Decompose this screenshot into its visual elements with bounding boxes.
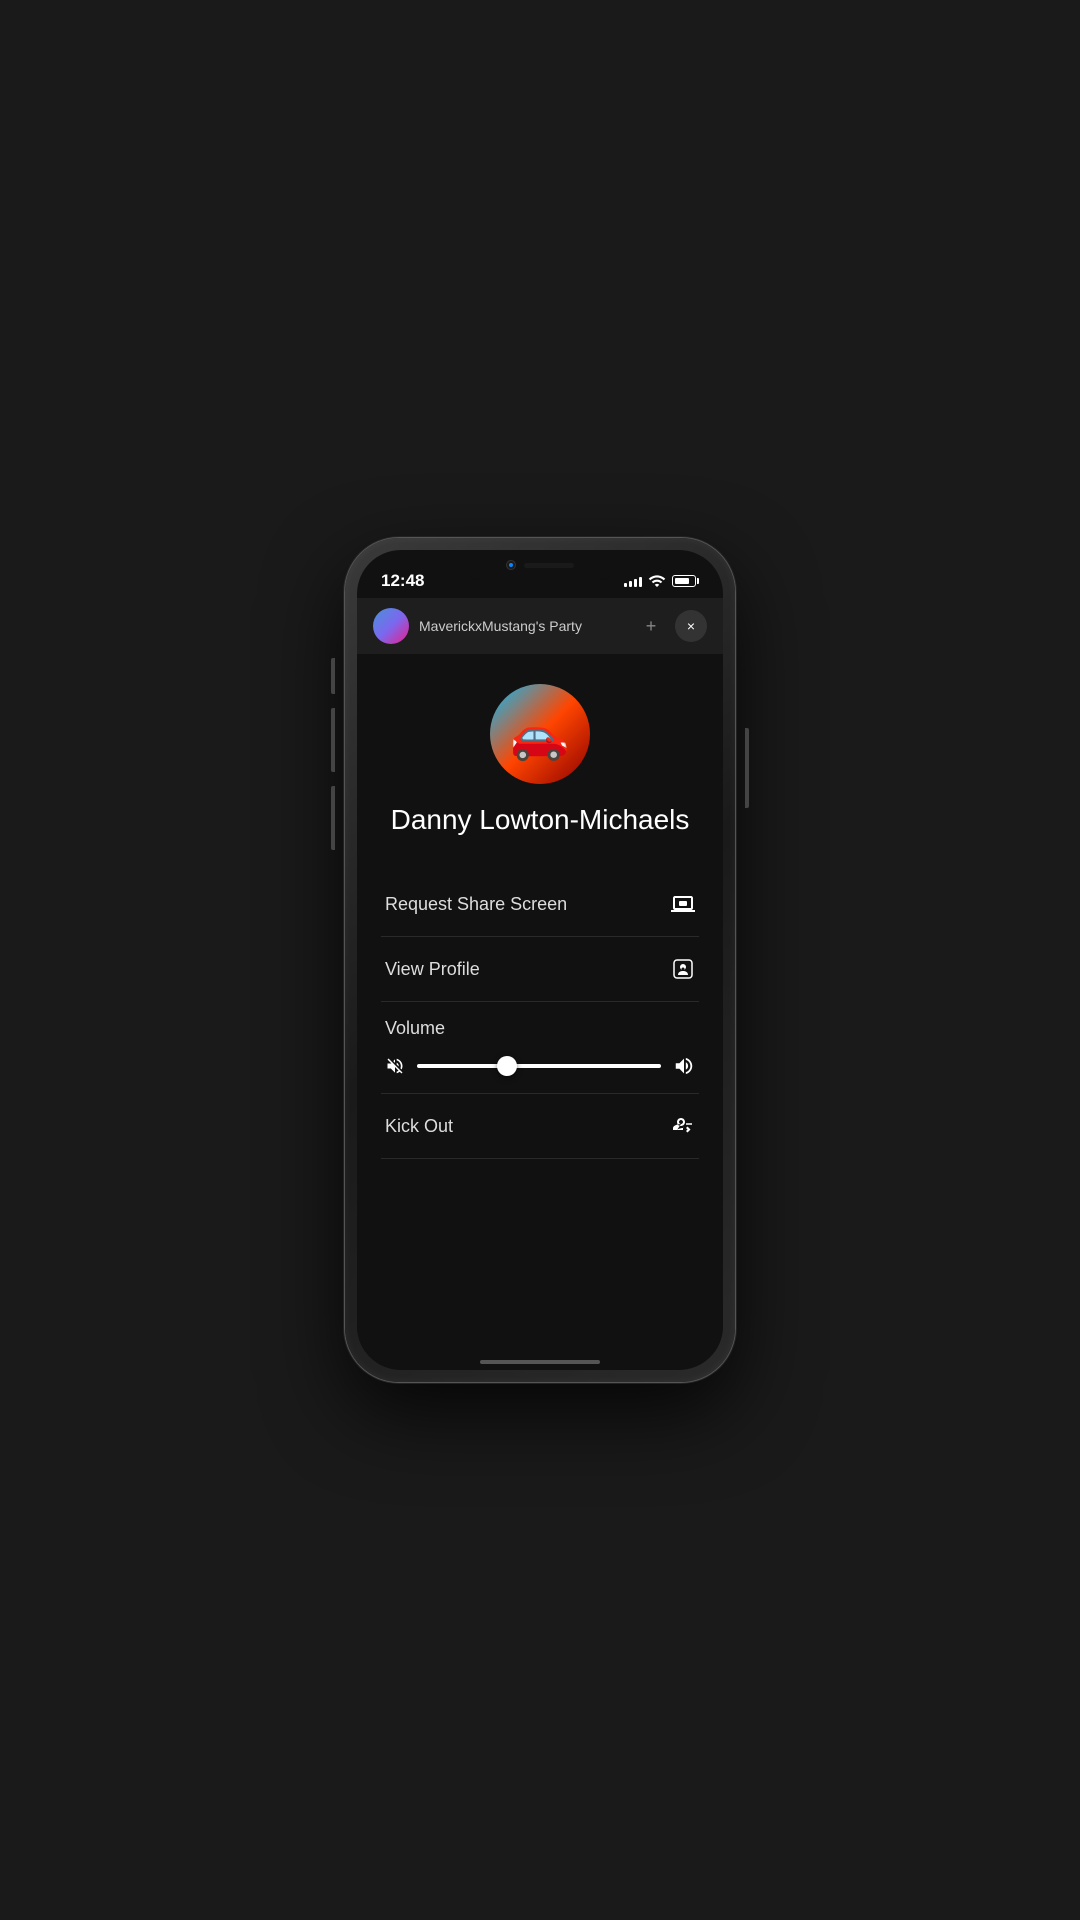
menu-list: Request Share Screen View Profile [381,872,699,1159]
volume-down-button[interactable] [331,786,335,850]
notch [460,550,620,580]
speaker [524,563,574,568]
screen-share-icon [671,892,695,916]
kick-out-item[interactable]: Kick Out [381,1094,699,1159]
add-party-button[interactable]: + [637,612,665,640]
view-profile-item[interactable]: View Profile [381,937,699,1002]
volume-section: Volume [381,1002,699,1094]
kick-icon [671,1114,695,1138]
wifi-icon [648,572,666,590]
request-share-screen-item[interactable]: Request Share Screen [381,872,699,937]
silent-switch [331,658,335,694]
phone-frame: 12:48 [345,538,735,1382]
status-time: 12:48 [381,571,424,591]
party-name: MaverickxMustang's Party [419,618,627,634]
front-camera [506,560,516,570]
home-bar [480,1360,600,1364]
request-share-screen-label: Request Share Screen [385,894,567,915]
party-banner[interactable]: MaverickxMustang's Party + × [357,598,723,654]
volume-loud-icon [673,1055,695,1077]
main-content: 🚗 Danny Lowton-Michaels Request Share Sc… [357,654,723,1352]
battery-icon [672,575,699,587]
mute-icon [385,1056,405,1076]
status-icons [624,572,699,590]
kick-out-label: Kick Out [385,1116,453,1137]
signal-icon [624,575,642,587]
avatar-emoji: 🚗 [510,706,570,763]
user-name: Danny Lowton-Michaels [391,804,690,836]
volume-slider[interactable] [417,1064,661,1068]
party-avatar [373,608,409,644]
phone-screen: 12:48 [357,550,723,1370]
volume-up-button[interactable] [331,708,335,772]
volume-label: Volume [385,1018,695,1039]
volume-thumb[interactable] [497,1056,517,1076]
profile-icon [671,957,695,981]
volume-track [417,1064,661,1068]
user-avatar: 🚗 [490,684,590,784]
power-button[interactable] [745,728,749,808]
view-profile-label: View Profile [385,959,480,980]
volume-control[interactable] [385,1055,695,1077]
home-indicator [357,1352,723,1370]
close-party-button[interactable]: × [675,610,707,642]
